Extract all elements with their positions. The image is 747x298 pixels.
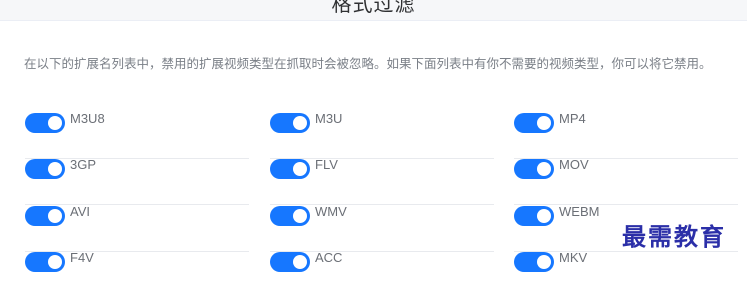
toggle-knob	[48, 255, 62, 269]
toggle-f4v[interactable]	[25, 252, 65, 272]
toggle-knob	[537, 255, 551, 269]
format-item-m3u8: M3U8	[25, 111, 249, 159]
toggle-knob	[293, 162, 307, 176]
format-item-flv: FLV	[270, 157, 494, 205]
format-label: M3U8	[70, 111, 105, 126]
format-item-acc: ACC	[270, 250, 494, 298]
format-label: ACC	[315, 250, 343, 265]
toggle-3gp[interactable]	[25, 159, 65, 179]
toggle-mov[interactable]	[514, 159, 554, 179]
format-item-m3u: M3U	[270, 111, 494, 159]
format-label: AVI	[70, 204, 90, 219]
format-label: MKV	[559, 250, 588, 265]
toggle-m3u8[interactable]	[25, 113, 65, 133]
format-label: WMV	[315, 204, 347, 219]
toggle-knob	[293, 255, 307, 269]
toggle-knob	[48, 116, 62, 130]
toggle-mkv[interactable]	[514, 252, 554, 272]
format-item-wmv: WMV	[270, 204, 494, 252]
format-item-avi: AVI	[25, 204, 249, 252]
format-label: MP4	[559, 111, 586, 126]
toggle-knob	[293, 116, 307, 130]
toggle-m3u[interactable]	[270, 113, 310, 133]
format-label: M3U	[315, 111, 343, 126]
toggle-knob	[537, 162, 551, 176]
watermark-logo: 最需教育	[622, 222, 726, 251]
format-item-mov: MOV	[514, 157, 738, 205]
toggle-flv[interactable]	[270, 159, 310, 179]
divider	[514, 204, 738, 205]
toggle-mp4[interactable]	[514, 113, 554, 133]
toggle-knob	[293, 209, 307, 223]
toggle-avi[interactable]	[25, 206, 65, 226]
toggle-webm[interactable]	[514, 206, 554, 226]
format-label: 3GP	[70, 157, 97, 172]
format-item-3gp: 3GP	[25, 157, 249, 205]
toggle-knob	[48, 162, 62, 176]
format-label: F4V	[70, 250, 94, 265]
format-item-mp4: MP4	[514, 111, 738, 159]
toggle-knob	[537, 116, 551, 130]
format-label: WEBM	[559, 204, 600, 219]
toggle-knob	[48, 209, 62, 223]
toggle-knob	[537, 209, 551, 223]
format-label: MOV	[559, 157, 589, 172]
divider	[270, 204, 494, 205]
toggle-acc[interactable]	[270, 252, 310, 272]
format-label: FLV	[315, 157, 338, 172]
divider	[25, 204, 249, 205]
toggle-wmv[interactable]	[270, 206, 310, 226]
format-item-mkv: MKV	[514, 250, 738, 298]
format-item-f4v: F4V	[25, 250, 249, 298]
